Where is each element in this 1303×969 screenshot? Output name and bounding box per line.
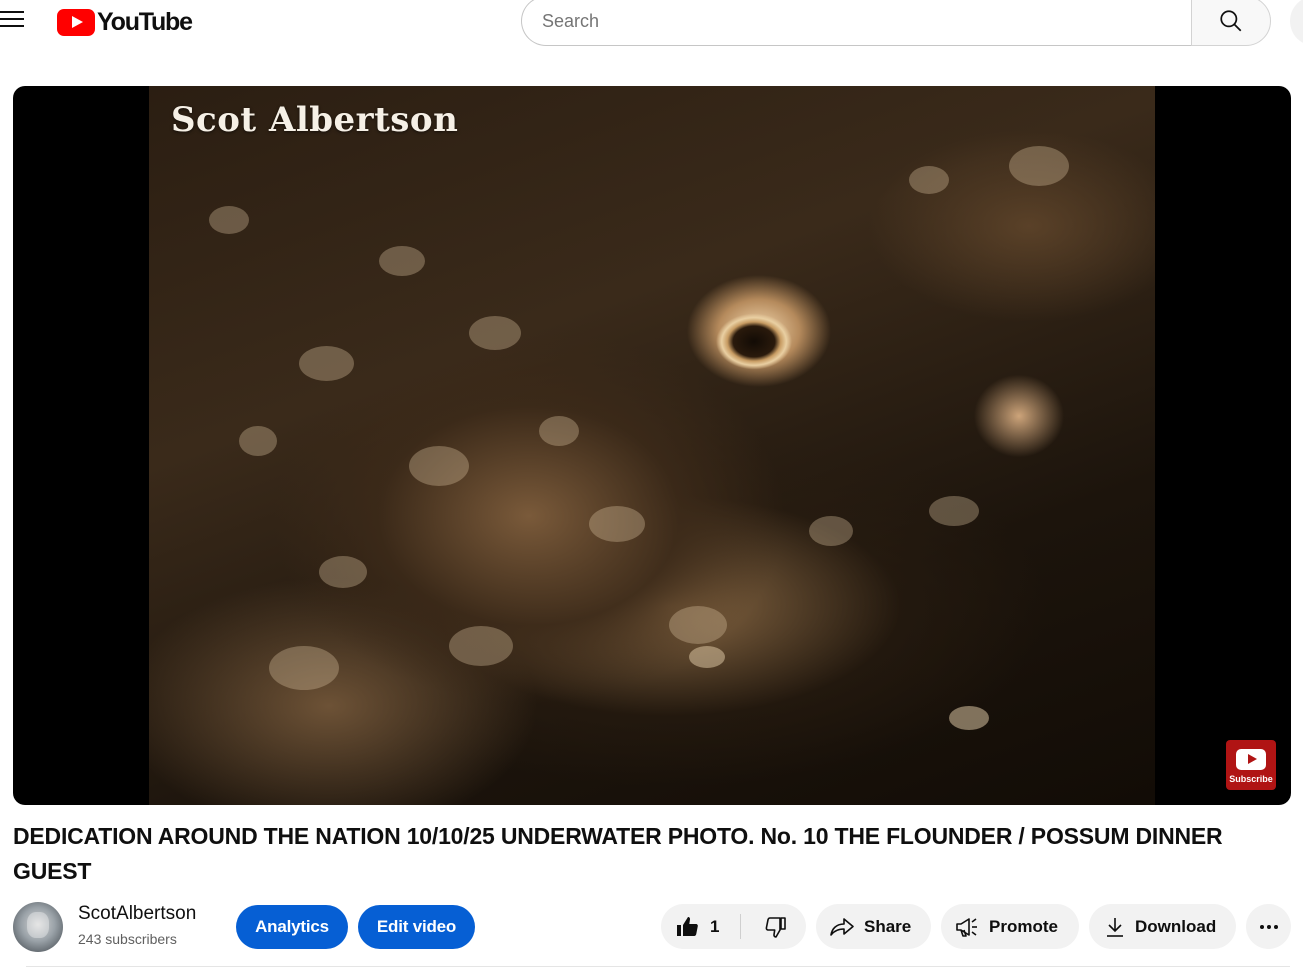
youtube-play-icon — [57, 8, 95, 36]
subscribe-watermark-button[interactable]: Subscribe — [1226, 740, 1276, 790]
more-horizontal-icon — [1259, 924, 1278, 929]
video-frame: Scot Albertson — [149, 86, 1155, 805]
like-divider — [740, 914, 741, 939]
thumbs-down-icon — [765, 916, 786, 938]
subject-eye — [684, 281, 824, 391]
thumbs-up-icon — [677, 916, 698, 936]
more-actions-button[interactable] — [1246, 904, 1291, 949]
promote-label: Promote — [989, 916, 1058, 936]
search-box[interactable] — [521, 0, 1192, 46]
share-icon — [830, 917, 854, 936]
menu-icon[interactable] — [0, 6, 30, 36]
share-label: Share — [864, 916, 912, 936]
search-button[interactable] — [1191, 0, 1271, 46]
youtube-logo[interactable]: YouTube — [57, 7, 193, 36]
download-label: Download — [1135, 916, 1217, 936]
analytics-button[interactable]: Analytics — [236, 905, 348, 949]
promote-button[interactable]: Promote — [941, 904, 1079, 949]
download-icon — [1107, 917, 1123, 937]
share-button[interactable]: Share — [816, 904, 931, 949]
subscriber-count: 243 subscribers — [78, 931, 177, 947]
video-title: DEDICATION AROUND THE NATION 10/10/25 UN… — [13, 823, 1223, 884]
video-watermark: Scot Albertson — [171, 100, 459, 140]
subscribe-watermark-label: Subscribe — [1229, 773, 1273, 784]
section-divider — [26, 966, 1290, 967]
youtube-play-icon — [1236, 748, 1266, 770]
video-player[interactable]: Scot Albertson Subscribe — [13, 86, 1291, 805]
search-icon — [1220, 10, 1242, 32]
channel-avatar[interactable] — [13, 902, 63, 952]
like-button[interactable]: 1 — [661, 904, 741, 949]
download-button[interactable]: Download — [1089, 904, 1236, 949]
like-count: 1 — [710, 916, 720, 936]
logo-text: YouTube — [97, 7, 193, 36]
channel-name[interactable]: ScotAlbertson — [78, 903, 196, 925]
edit-video-button[interactable]: Edit video — [358, 905, 475, 949]
voice-search-button[interactable] — [1290, 0, 1303, 46]
like-dislike-group: 1 — [661, 904, 806, 949]
dislike-button[interactable] — [745, 904, 806, 949]
search-input[interactable] — [542, 10, 1192, 32]
megaphone-icon — [956, 917, 977, 937]
